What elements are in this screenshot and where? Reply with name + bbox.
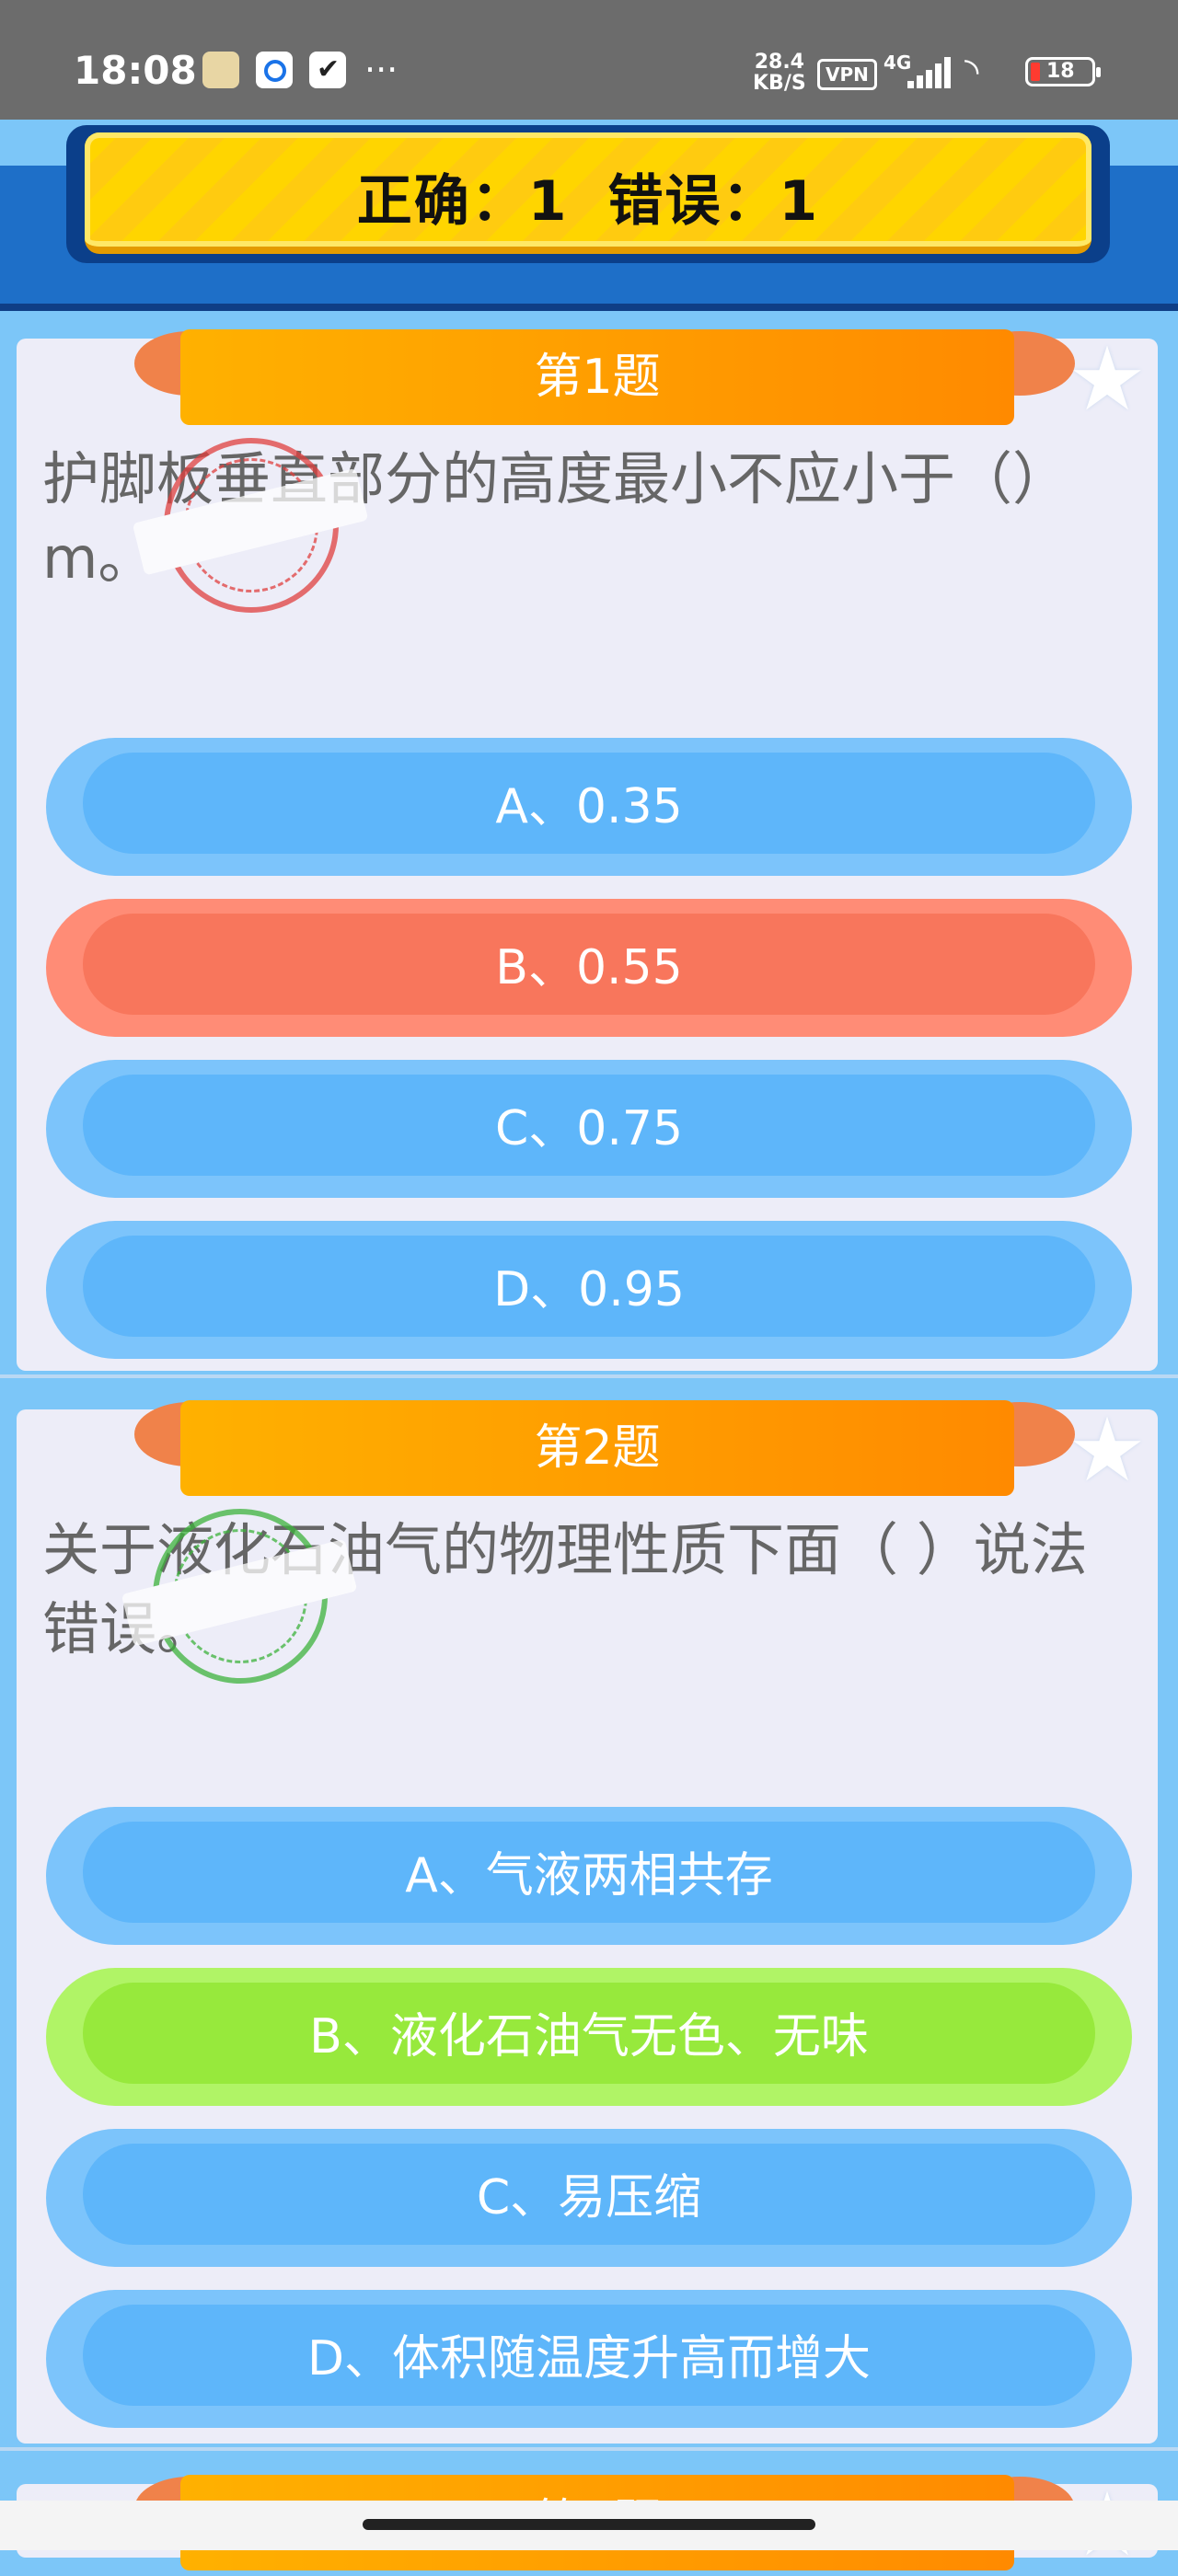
divider [0, 1374, 1178, 1378]
correct-count: 正确：1 [356, 169, 569, 234]
status-bar: 18:08 ··· 28.4 KB/S VPN 4G ◝ 18 [0, 0, 1178, 120]
score-text: 正确：1 错误：1 [85, 156, 1091, 236]
option-b[interactable]: B、液化石油气无色、无味 [46, 1968, 1132, 2106]
wrong-count: 错误：1 [607, 169, 820, 234]
option-a[interactable]: A、0.35 [46, 738, 1132, 876]
vpn-icon: VPN [817, 59, 877, 90]
status-time: 18:08 [74, 48, 197, 93]
option-d[interactable]: D、0.95 [46, 1221, 1132, 1359]
option-c[interactable]: C、0.75 [46, 1060, 1132, 1198]
home-indicator[interactable] [363, 2519, 815, 2530]
app-notification-icon [256, 52, 293, 88]
question-number-tab: 第1题 [180, 329, 1014, 425]
favorite-star-icon[interactable]: ★ [1068, 1404, 1147, 1496]
option-d[interactable]: D、体积随温度升高而增大 [46, 2290, 1132, 2428]
favorite-star-icon[interactable]: ★ [1068, 333, 1147, 425]
question-card: 第2题 ★ 关于液化石油气的物理性质下面（ ）说法错误。 回答正确 A、气液两相… [17, 1400, 1158, 2444]
option-a[interactable]: A、气液两相共存 [46, 1807, 1132, 1945]
app-notification-icon [309, 52, 346, 88]
signal-icon [907, 57, 951, 88]
more-notifications-icon: ··· [364, 50, 398, 90]
question-number-tab: 第2题 [180, 1400, 1014, 1496]
network-speed: 28.4 KB/S [753, 51, 806, 95]
question-card: 第1题 ★ 护脚板垂直部分的高度最小不应小于（）m。 回答错误 A、0.35 B… [17, 329, 1158, 1371]
score-banner: 正确：1 错误：1 [85, 132, 1091, 254]
option-b[interactable]: B、0.55 [46, 899, 1132, 1037]
battery-level: 18 [1046, 60, 1075, 83]
battery-icon: 18 [1025, 57, 1101, 86]
divider [0, 2447, 1178, 2451]
wifi-icon: ◝ [964, 51, 979, 93]
app-notification-icon [202, 52, 239, 88]
option-c[interactable]: C、易压缩 [46, 2129, 1132, 2267]
